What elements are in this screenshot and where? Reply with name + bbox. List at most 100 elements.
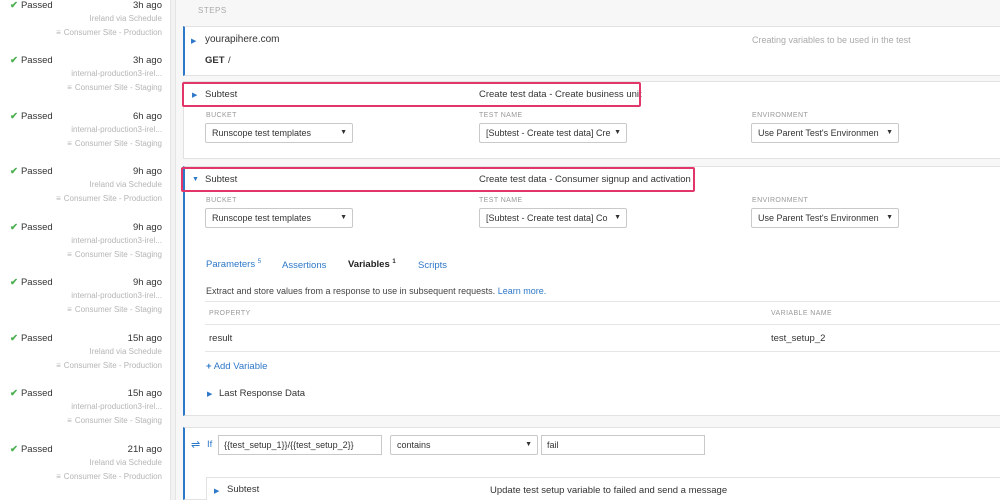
- run-location: internal-production3-irel...: [71, 291, 162, 300]
- table-divider: [205, 324, 1000, 325]
- run-status: ✔ Passed: [10, 0, 53, 11]
- condition-right-input[interactable]: fail: [541, 435, 705, 455]
- chevron-down-icon: ▼: [614, 129, 621, 136]
- test-name-label: TEST NAME: [479, 112, 523, 119]
- run-environment: ≡ Consumer Site - Production: [56, 361, 162, 370]
- chevron-down-icon: ▼: [340, 129, 347, 136]
- request-host: yourapihere.com: [205, 34, 280, 45]
- chevron-down-icon: ▼: [340, 214, 347, 221]
- steps-panel: STEPS ▶ yourapihere.com GET / Creating v…: [176, 0, 1000, 500]
- environment-select[interactable]: Use Parent Test's Environmen ▼: [751, 123, 899, 143]
- run-location: internal-production3-irel...: [71, 236, 162, 245]
- last-response-data-toggle[interactable]: Last Response Data: [219, 388, 305, 399]
- condition-operator-select[interactable]: contains ▼: [390, 435, 538, 455]
- highlight-box: [181, 167, 695, 192]
- test-name-select[interactable]: [Subtest - Create test data] Cre ▼: [479, 123, 627, 143]
- plus-icon: +: [206, 361, 212, 372]
- run-status: ✔ Passed: [10, 166, 53, 177]
- run-environment: ≡ Consumer Site - Staging: [67, 416, 162, 425]
- run-time-ago: 6h ago: [132, 111, 162, 122]
- subtest-title: Update test setup variable to failed and…: [490, 485, 728, 496]
- test-runs-sidebar: ✔ Passed 3h ago Ireland via Schedule ≡ Consum…: [0, 0, 170, 500]
- run-time-ago: 15h ago: [127, 388, 162, 399]
- tab-variables[interactable]: Variables 1: [348, 259, 396, 270]
- check-icon: ✔: [10, 277, 18, 288]
- run-status: ✔ Passed: [10, 333, 53, 344]
- test-run-item[interactable]: ✔ Passed 6h ago internal-production3-irel..…: [0, 111, 170, 166]
- check-icon: ✔: [10, 55, 18, 66]
- condition-left-input[interactable]: {{test_setup_1}}/{{test_setup_2}}: [218, 435, 382, 455]
- expand-triangle-icon[interactable]: ▶: [207, 390, 212, 398]
- bucket-label: BUCKET: [206, 197, 237, 204]
- run-time-ago: 3h ago: [132, 0, 162, 11]
- run-location: Ireland via Schedule: [89, 180, 163, 189]
- subtest-step-card-expanded[interactable]: ▼ Subtest Create test data - Consumer si…: [183, 166, 1000, 416]
- bucket-select[interactable]: Runscope test templates ▼: [205, 208, 353, 228]
- test-run-item[interactable]: ✔ Passed 9h ago internal-production3-irel..…: [0, 222, 170, 277]
- request-method: GET: [205, 55, 225, 66]
- run-time-ago: 21h ago: [127, 444, 162, 455]
- run-environment: ≡ Consumer Site - Production: [56, 194, 162, 203]
- run-environment: ≡ Consumer Site - Staging: [67, 83, 162, 92]
- bucket-label: BUCKET: [206, 112, 237, 119]
- layers-icon: ≡: [56, 28, 61, 37]
- run-location: internal-production3-irel...: [71, 402, 162, 411]
- nested-subtest-card[interactable]: ▶ Subtest Update test setup variable to …: [206, 477, 1000, 500]
- if-label: If: [207, 439, 213, 450]
- run-status: ✔ Passed: [10, 55, 53, 66]
- request-path: /: [228, 55, 231, 66]
- add-variable-button[interactable]: + Add Variable: [206, 361, 267, 372]
- chevron-down-icon: ▼: [886, 129, 893, 136]
- table-divider: [205, 301, 1000, 302]
- request-step-card[interactable]: ▶ yourapihere.com GET / Creating variabl…: [183, 26, 1000, 76]
- variable-property-cell[interactable]: result: [209, 333, 232, 344]
- layers-icon: ≡: [67, 250, 72, 259]
- run-time-ago: 15h ago: [127, 333, 162, 344]
- bucket-select[interactable]: Runscope test templates ▼: [205, 123, 353, 143]
- environment-label: ENVIRONMENT: [752, 112, 809, 119]
- test-run-item[interactable]: ✔ Passed 3h ago internal-production3-irel..…: [0, 55, 170, 110]
- run-status: ✔ Passed: [10, 388, 53, 399]
- run-location: internal-production3-irel...: [71, 125, 162, 134]
- layers-icon: ≡: [67, 305, 72, 314]
- test-run-item[interactable]: ✔ Passed 15h ago Ireland via Schedule ≡ Consu…: [0, 333, 170, 388]
- run-status: ✔ Passed: [10, 222, 53, 233]
- test-name-label: TEST NAME: [479, 197, 523, 204]
- test-name-select[interactable]: [Subtest - Create test data] Co ▼: [479, 208, 627, 228]
- test-run-item[interactable]: ✔ Passed 9h ago Ireland via Schedule ≡ Consum…: [0, 166, 170, 221]
- tab-parameters[interactable]: Parameters 5: [206, 259, 261, 270]
- variables-help-text: Extract and store values from a response…: [206, 286, 547, 296]
- chevron-down-icon: ▼: [525, 441, 532, 448]
- run-location: Ireland via Schedule: [89, 458, 163, 467]
- shuffle-icon: ⇌: [191, 439, 201, 451]
- variable-name-cell[interactable]: test_setup_2: [771, 333, 825, 344]
- run-status: ✔ Passed: [10, 277, 53, 288]
- environment-select[interactable]: Use Parent Test's Environmen ▼: [751, 208, 899, 228]
- run-location: Ireland via Schedule: [89, 14, 163, 23]
- layers-icon: ≡: [67, 83, 72, 92]
- test-run-item[interactable]: ✔ Passed 15h ago internal-production3-irel.…: [0, 388, 170, 443]
- tab-assertions[interactable]: Assertions: [282, 260, 326, 271]
- highlight-box: [182, 82, 641, 107]
- expand-triangle-icon[interactable]: ▶: [191, 37, 196, 45]
- expand-triangle-icon[interactable]: ▶: [214, 487, 219, 495]
- run-time-ago: 9h ago: [132, 166, 162, 177]
- check-icon: ✔: [10, 111, 18, 122]
- test-run-item[interactable]: ✔ Passed 9h ago internal-production3-irel..…: [0, 277, 170, 332]
- layers-icon: ≡: [67, 416, 72, 425]
- layers-icon: ≡: [56, 361, 61, 370]
- run-environment: ≡ Consumer Site - Staging: [67, 139, 162, 148]
- run-time-ago: 3h ago: [132, 55, 162, 66]
- layers-icon: ≡: [56, 472, 61, 481]
- subtest-type-label: Subtest: [227, 484, 260, 495]
- test-run-item[interactable]: ✔ Passed 21h ago Ireland via Schedule ≡ Consu…: [0, 444, 170, 499]
- table-divider: [205, 351, 1000, 352]
- layers-icon: ≡: [56, 194, 61, 203]
- environment-label: ENVIRONMENT: [752, 197, 809, 204]
- layers-icon: ≡: [67, 139, 72, 148]
- check-icon: ✔: [10, 166, 18, 177]
- learn-more-link[interactable]: Learn more.: [498, 286, 547, 296]
- tab-scripts[interactable]: Scripts: [418, 260, 447, 271]
- run-environment: ≡ Consumer Site - Staging: [67, 250, 162, 259]
- test-run-item[interactable]: ✔ Passed 3h ago Ireland via Schedule ≡ Consum…: [0, 0, 170, 55]
